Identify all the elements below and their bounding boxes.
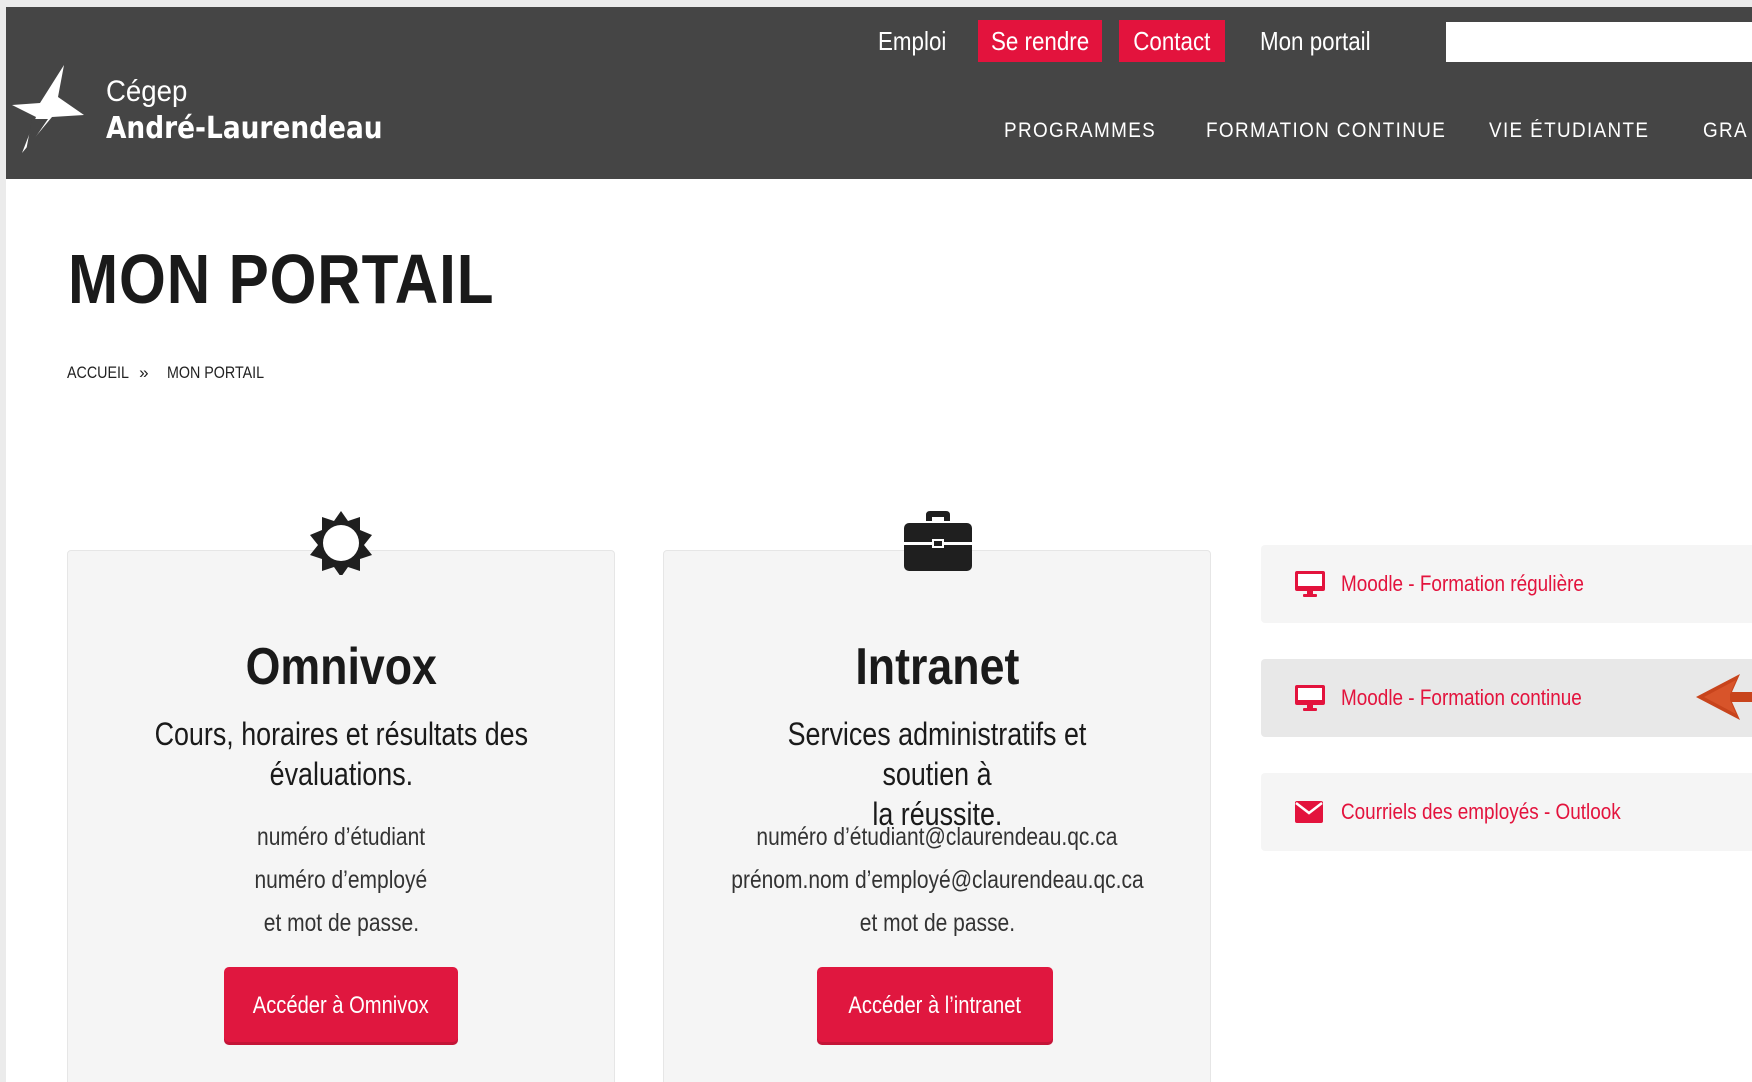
button-se-rendre-label: Se rendre <box>990 26 1090 56</box>
annotation-arrow-icon <box>1696 674 1752 720</box>
card-intranet-line: numéro d’étudiant@claurendeau.qc.ca <box>756 823 1118 851</box>
card-intranet-subtitle-line1: Services administratifs et soutien à <box>787 716 1087 792</box>
card-omnivox-title-text: Omnivox <box>245 638 437 696</box>
link-mon-portail[interactable]: Mon portail <box>1260 20 1371 62</box>
button-contact-label: Contact <box>1133 26 1211 56</box>
card-omnivox-credentials: numéro d’étudiant numéro d’employé et mo… <box>68 816 614 945</box>
button-se-rendre[interactable]: Se rendre <box>978 20 1102 62</box>
envelope-icon <box>1295 801 1323 823</box>
card-omnivox-subtitle-line1: Cours, horaires et résultats des <box>154 716 528 752</box>
monitor-icon <box>1295 685 1325 711</box>
main-nav: PROGRAMMES FORMATION CONTINUE VIE ÉTUDIA… <box>6 113 1752 149</box>
card-omnivox: Omnivox Cours, horaires et résultats des… <box>67 511 615 1082</box>
breadcrumb-separator-icon: » <box>139 363 149 382</box>
nav-item-programmes[interactable]: PROGRAMMES <box>1004 113 1156 149</box>
logo-text-cegep: Cégep <box>106 75 188 108</box>
card-intranet-line: et mot de passe. <box>859 909 1015 937</box>
card-intranet: Intranet Services administratifs et sout… <box>663 511 1211 1082</box>
card-intranet-credentials: numéro d’étudiant@claurendeau.qc.ca prén… <box>664 816 1210 945</box>
gear-icon <box>310 511 372 575</box>
button-contact[interactable]: Contact <box>1119 20 1225 62</box>
quick-link-moodle-reguliere[interactable]: Moodle - Formation régulière <box>1261 545 1752 623</box>
quick-link-outlook-label: Courriels des employés - Outlook <box>1341 799 1621 824</box>
card-intranet-line: prénom.nom d’employé@claurendeau.qc.ca <box>730 866 1144 894</box>
link-emploi[interactable]: Emploi <box>878 20 946 62</box>
briefcase-icon <box>904 511 972 571</box>
page-title: MON PORTAIL <box>68 240 495 318</box>
breadcrumb-current: MON PORTAIL <box>167 363 265 382</box>
access-intranet-button-label: Accéder à l’intranet <box>848 992 1022 1019</box>
quick-link-moodle-continue-label: Moodle - Formation continue <box>1341 685 1582 710</box>
card-omnivox-line: numéro d’étudiant <box>256 823 426 851</box>
access-intranet-button[interactable]: Accéder à l’intranet <box>817 967 1053 1045</box>
access-omnivox-button[interactable]: Accéder à Omnivox <box>224 967 458 1045</box>
card-omnivox-title: Omnivox <box>68 637 614 697</box>
site-header: Cégep André-Laurendeau Emploi Se rendre … <box>6 7 1752 179</box>
quick-link-outlook[interactable]: Courriels des employés - Outlook <box>1261 773 1752 851</box>
card-intranet-title: Intranet <box>664 637 1210 697</box>
nav-item-gra[interactable]: GRA <box>1703 113 1748 149</box>
nav-item-vie-etudiante[interactable]: VIE ÉTUDIANTE <box>1489 113 1649 149</box>
monitor-icon <box>1295 571 1325 597</box>
browser-viewport: Cégep André-Laurendeau Emploi Se rendre … <box>6 7 1752 1082</box>
card-omnivox-line: numéro d’employé <box>254 866 428 894</box>
card-intranet-title-text: Intranet <box>855 638 1019 696</box>
access-omnivox-button-label: Accéder à Omnivox <box>253 992 429 1019</box>
quick-link-moodle-reguliere-label: Moodle - Formation régulière <box>1341 571 1584 596</box>
card-omnivox-subtitle-line2: évaluations. <box>269 756 413 792</box>
breadcrumb: ACCUEIL » MON PORTAIL <box>67 363 283 387</box>
search-input[interactable] <box>1446 22 1752 62</box>
nav-item-formation-continue[interactable]: FORMATION CONTINUE <box>1206 113 1446 149</box>
card-omnivox-subtitle: Cours, horaires et résultats des évaluat… <box>108 714 574 794</box>
card-omnivox-line: et mot de passe. <box>263 909 419 937</box>
quick-link-moodle-continue[interactable]: Moodle - Formation continue <box>1261 659 1752 737</box>
breadcrumb-home[interactable]: ACCUEIL <box>67 363 129 383</box>
